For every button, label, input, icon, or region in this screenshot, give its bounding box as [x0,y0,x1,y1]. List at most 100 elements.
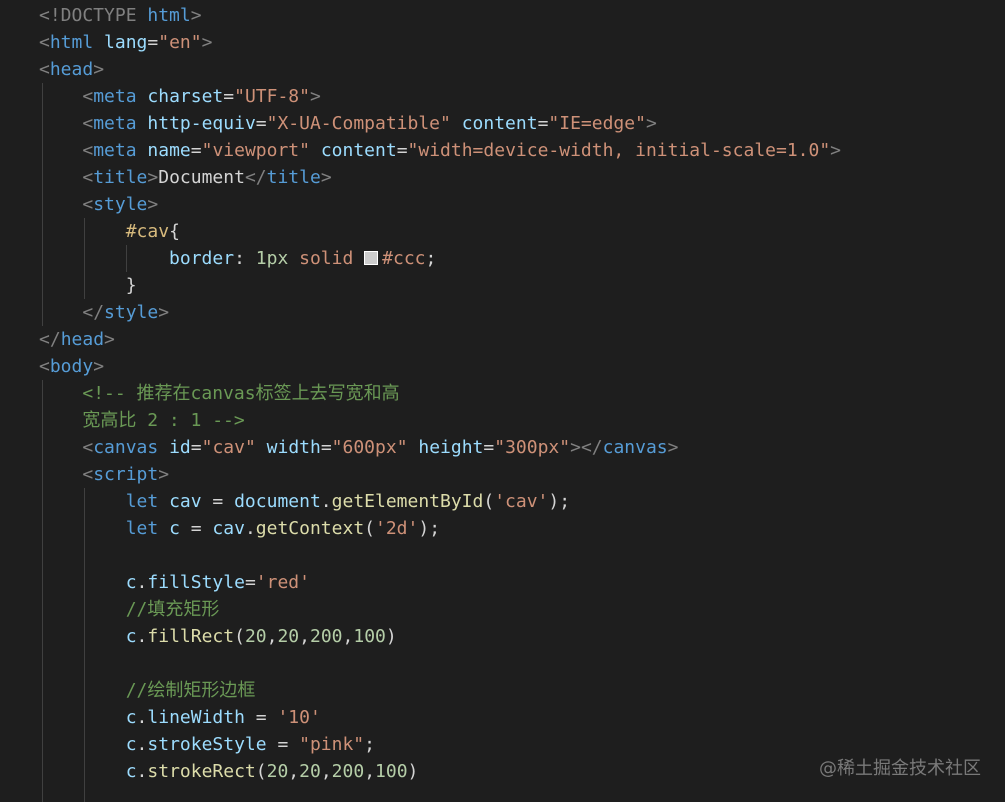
code-token: < [82,167,94,188]
code-line[interactable]: let cav = document.getElementById('cav')… [39,488,570,515]
code-token: name [147,140,191,161]
code-line[interactable]: <meta http-equiv="X-UA-Compatible" conte… [39,110,657,137]
code-line[interactable]: border: 1px solid #ccc; [39,245,436,272]
code-token: ) [407,761,419,782]
code-token: . [136,761,148,782]
code-token: head [49,59,94,80]
code-token: = [223,86,235,107]
code-line[interactable]: 宽高比 2 : 1 --> [39,407,244,434]
code-token: </ [244,167,267,188]
code-token: strokeStyle [147,734,267,755]
code-line[interactable]: <body> [39,353,104,380]
code-line[interactable]: c.fillRect(20,20,200,100) [39,623,397,650]
code-token: > [645,113,657,134]
code-line[interactable]: </style> [39,299,169,326]
code-token: > [201,32,213,53]
code-token: border [169,248,235,269]
code-token: ); [548,491,571,512]
code-token: ); [418,518,441,539]
code-token: < [39,59,50,80]
code-token: meta [93,140,137,161]
code-token: "IE=edge" [548,113,646,134]
code-token: = [396,140,408,161]
code-line[interactable]: c.lineWidth = '10' [39,704,321,731]
code-token: 20 [244,626,267,647]
code-token: Document [158,167,245,188]
code-token: http-equiv [147,113,256,134]
code-line[interactable]: #cav{ [39,218,180,245]
watermark: @稀土掘金技术社区 [819,758,981,779]
code-token: </ [82,302,105,323]
code-token: "300px" [494,437,571,458]
code-token: meta [93,86,137,107]
code-line[interactable]: <head> [39,56,104,83]
code-line[interactable]: <canvas id="cav" width="600px" height="3… [39,434,678,461]
code-token: 'cav' [494,491,549,512]
code-line[interactable]: c.fillStyle='red' [39,569,310,596]
code-token: < [82,140,94,161]
indent-guide [42,83,43,326]
code-token: > [309,86,321,107]
code-token: let [125,518,159,539]
code-line[interactable]: //绘制矩形边框 [39,677,256,704]
code-line[interactable]: <script> [39,461,169,488]
code-token: = [190,437,202,458]
code-line[interactable]: <meta charset="UTF-8"> [39,83,321,110]
code-token: ></ [570,437,603,458]
code-token: cav [212,518,245,539]
code-token: . [136,626,148,647]
code-token: fillRect [147,626,235,647]
code-token: meta [93,113,137,134]
code-token: < [82,194,94,215]
code-token: getContext [255,518,365,539]
code-token: c [169,518,180,539]
code-line[interactable]: c.strokeRect(20,20,200,100) [39,758,419,785]
code-line[interactable]: <!DOCTYPE html> [39,2,202,29]
code-token: ( [364,518,375,539]
code-token: , [299,626,310,647]
code-token: c [125,761,137,782]
code-token: cav [169,491,202,512]
code-token: < [82,86,94,107]
code-line[interactable]: c.strokeStyle = "pink"; [39,731,375,758]
code-token: "600px" [331,437,408,458]
code-token: title [266,167,321,188]
code-line[interactable]: //填充矩形 [39,596,220,623]
code-token: > [320,167,332,188]
code-token: canvas [602,437,668,458]
code-line[interactable]: <html lang="en"> [39,29,212,56]
code-token: = [320,437,332,458]
code-token: = [483,437,495,458]
color-swatch-icon[interactable] [364,251,379,265]
code-line[interactable]: } [39,272,137,299]
code-token: id [169,437,191,458]
code-token: 20 [266,761,289,782]
code-token: "cav" [201,437,256,458]
code-token: , [342,626,354,647]
code-token: style [104,302,159,323]
code-editor[interactable]: <!DOCTYPE html> <html lang="en"> <head> <m… [0,0,1005,802]
code-token: > [158,302,170,323]
code-line[interactable]: <!-- 推荐在canvas标签上去写宽和高 [39,380,399,407]
code-token: <!DOCTYPE [39,5,148,26]
code-line[interactable]: let c = cav.getContext('2d'); [39,515,440,542]
code-line[interactable]: <meta name="viewport" content="width=dev… [39,137,841,164]
code-token: = [266,734,300,755]
code-token: '2d' [375,518,419,539]
code-line[interactable]: <style> [39,191,158,218]
code-line[interactable]: </head> [39,326,115,353]
code-line[interactable]: <title>Document</title> [39,164,332,191]
code-token: c [125,707,137,728]
code-token: ( [255,761,267,782]
